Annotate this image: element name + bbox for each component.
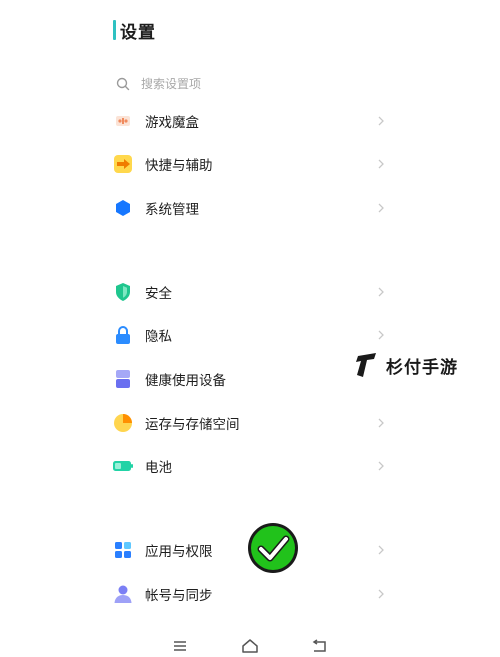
shortcut-icon [112, 153, 134, 175]
chevron-right-icon [378, 287, 384, 297]
settings-item-shortcuts[interactable]: 快捷与辅助 [112, 147, 392, 181]
title-accent-bar [113, 20, 116, 40]
system-nav-bar [0, 632, 500, 657]
check-badge-icon [248, 523, 298, 573]
storage-pie-icon [112, 412, 134, 434]
back-button[interactable] [309, 638, 329, 654]
shield-icon [112, 281, 134, 303]
chevron-right-icon [378, 330, 384, 340]
settings-item-game-box[interactable]: 游戏魔盒 [112, 104, 392, 138]
page-title: 设置 [120, 22, 156, 43]
settings-item-label: 游戏魔盒 [145, 115, 199, 131]
settings-item-account-sync[interactable]: 帐号与同步 [112, 577, 392, 611]
menu-icon [174, 641, 186, 651]
settings-item-label: 安全 [145, 286, 172, 302]
watermark-text: 杉付手游 [386, 357, 458, 378]
chevron-right-icon [378, 545, 384, 555]
system-hexagon-icon [112, 197, 134, 219]
settings-item-label: 系统管理 [145, 202, 199, 218]
settings-item-health[interactable]: 健康使用设备 [112, 362, 392, 396]
chevron-right-icon [378, 418, 384, 428]
settings-item-label: 快捷与辅助 [145, 158, 213, 174]
home-icon [242, 639, 258, 653]
settings-item-memory-storage[interactable]: 运存与存储空间 [112, 406, 392, 440]
home-button[interactable] [240, 638, 260, 654]
settings-item-security[interactable]: 安全 [112, 275, 392, 309]
hourglass-icon [112, 368, 134, 390]
search-icon [116, 77, 130, 91]
settings-item-label: 运存与存储空间 [145, 417, 240, 433]
chevron-right-icon [378, 589, 384, 599]
chevron-right-icon [378, 159, 384, 169]
back-icon [312, 639, 326, 652]
settings-item-battery[interactable]: 电池 [112, 449, 392, 483]
user-icon [112, 583, 134, 605]
chevron-right-icon [378, 116, 384, 126]
settings-item-privacy[interactable]: 隐私 [112, 318, 392, 352]
watermark-logo-icon [356, 353, 376, 377]
chevron-right-icon [378, 461, 384, 471]
battery-icon [112, 455, 134, 477]
watermark: 杉付手游 [354, 350, 458, 380]
game-box-icon [112, 110, 134, 132]
page-header: 设置 [113, 19, 156, 43]
settings-item-label: 隐私 [145, 329, 172, 345]
search-bar[interactable] [115, 72, 395, 96]
menu-button[interactable] [170, 638, 190, 654]
search-input[interactable] [141, 77, 361, 91]
settings-item-label: 电池 [145, 460, 172, 476]
apps-grid-icon [112, 539, 134, 561]
lock-icon [112, 324, 134, 346]
chevron-right-icon [378, 203, 384, 213]
settings-item-label: 帐号与同步 [145, 588, 213, 604]
settings-item-system[interactable]: 系统管理 [112, 191, 392, 225]
